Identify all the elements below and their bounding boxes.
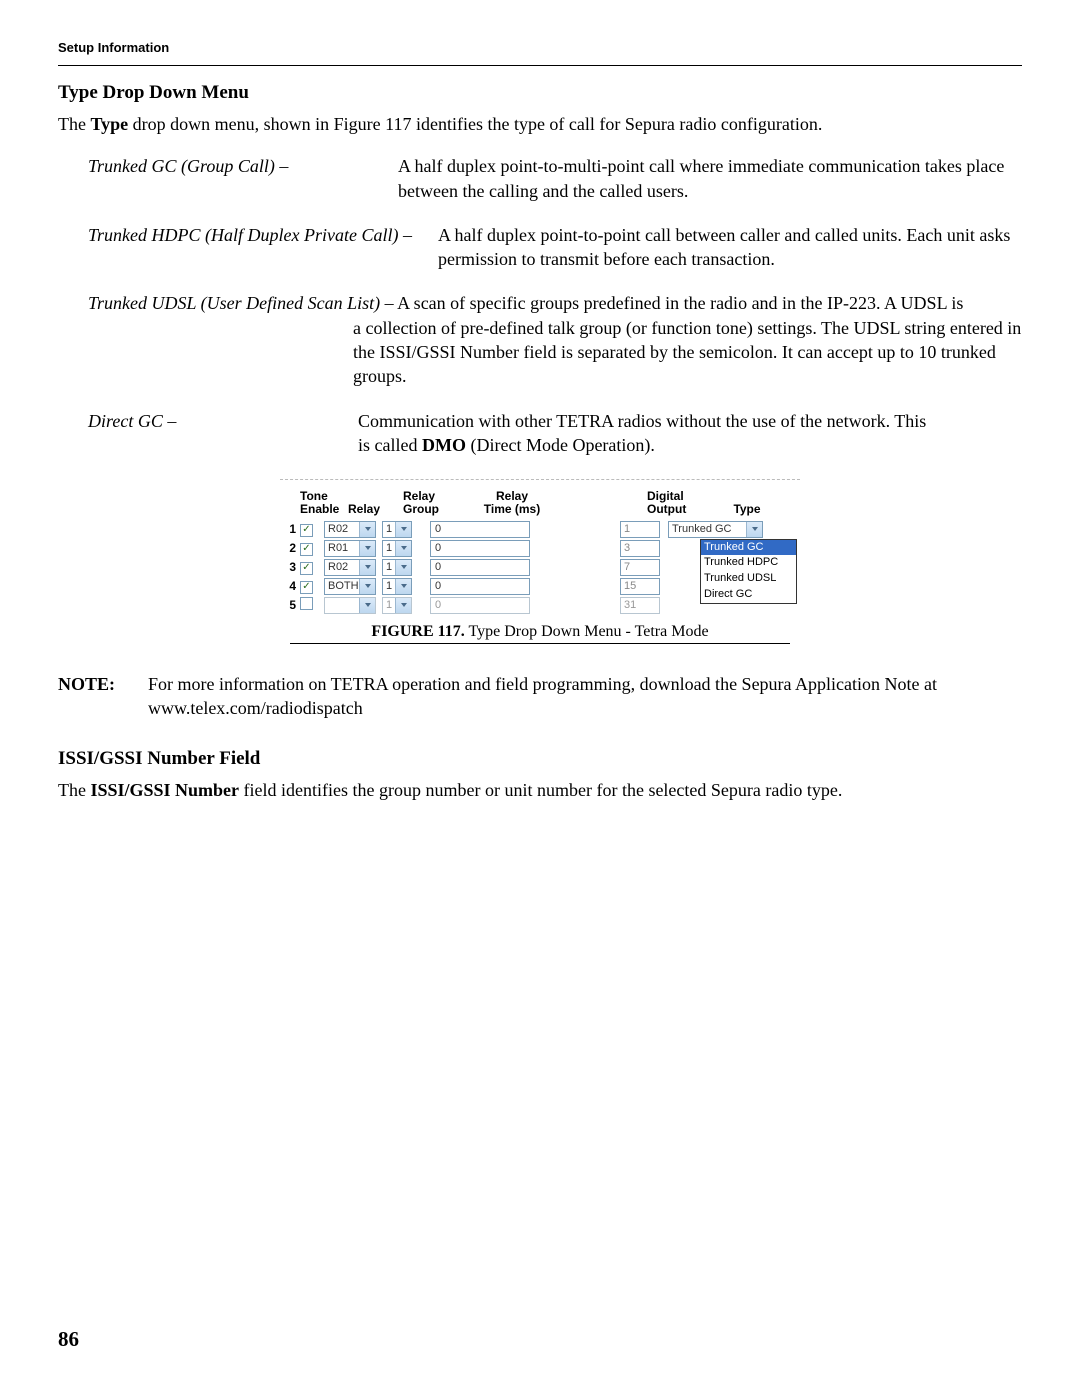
- def-desc-cont-bold: DMO: [422, 435, 466, 455]
- def-row-trunked-udsl: Trunked UDSL (User Defined Scan List) – …: [88, 291, 1022, 388]
- def-term: Trunked GC (Group Call) –: [88, 154, 398, 203]
- row-number: 3: [280, 560, 300, 574]
- row-number: 1: [280, 522, 300, 536]
- def-term: Direct GC –: [88, 409, 358, 458]
- def-row-direct-gc: Direct GC – Communication with other TET…: [88, 409, 1022, 458]
- def-term: Trunked UDSL (User Defined Scan List) –: [88, 293, 394, 313]
- def-desc-cont-post: (Direct Mode Operation).: [466, 435, 655, 455]
- relay-group-select[interactable]: 1: [382, 540, 420, 557]
- col-head-type: Type: [697, 503, 797, 516]
- def-desc: Communication with other TETRA radios wi…: [358, 409, 1022, 458]
- relay-group-select[interactable]: 1: [382, 578, 420, 595]
- figure-content: Tone Relay Relay Digital Enable Relay Gr…: [280, 479, 800, 614]
- chevron-down-icon: [359, 541, 375, 556]
- header-rule: [58, 65, 1022, 66]
- section-heading-issi-gssi: ISSI/GSSI Number Field: [58, 748, 1022, 770]
- tone-enable-checkbox[interactable]: ✓: [300, 540, 324, 556]
- def-desc-cont-pre: is called: [358, 435, 422, 455]
- relay-select[interactable]: R02: [324, 559, 382, 576]
- intro-post: drop down menu, shown in Figure 117 iden…: [128, 114, 822, 134]
- figure-117: Tone Relay Relay Digital Enable Relay Gr…: [58, 479, 1022, 614]
- def-desc-cont: a collection of pre-defined talk group (…: [353, 316, 1022, 389]
- relay-select[interactable]: R02: [324, 521, 382, 538]
- section-intro-1: The Type drop down menu, shown in Figure…: [58, 112, 1022, 136]
- note-label: NOTE:: [58, 672, 148, 721]
- digital-output-input[interactable]: 1: [620, 521, 668, 538]
- chevron-down-icon: [746, 522, 762, 537]
- running-head: Setup Information: [58, 40, 1022, 55]
- intro-pre: The: [58, 780, 90, 800]
- relay-group-select[interactable]: 1: [382, 559, 420, 576]
- def-desc-lead: Communication with other TETRA radios wi…: [358, 411, 926, 431]
- type-option[interactable]: Trunked HDPC: [701, 555, 796, 571]
- col-head-relay2: Relay: [348, 503, 403, 516]
- row-number: 2: [280, 541, 300, 555]
- chevron-down-icon: [395, 522, 411, 537]
- figure-caption: FIGURE 117. Type Drop Down Menu - Tetra …: [58, 623, 1022, 641]
- relay-select[interactable]: BOTH: [324, 578, 382, 595]
- chevron-down-icon: [359, 522, 375, 537]
- relay-time-input[interactable]: 0: [420, 578, 550, 595]
- def-row-trunked-gc: Trunked GC (Group Call) – A half duplex …: [88, 154, 1022, 203]
- relay-select[interactable]: R01: [324, 540, 382, 557]
- row-number: 4: [280, 579, 300, 593]
- def-row-trunked-hdpc: Trunked HDPC (Half Duplex Private Call) …: [88, 223, 1022, 272]
- caption-bold: FIGURE 117.: [371, 623, 464, 640]
- def-desc: A half duplex point-to-point call betwee…: [438, 223, 1022, 272]
- relay-group-select[interactable]: 1: [382, 521, 420, 538]
- intro-post: field identifies the group number or uni…: [239, 780, 842, 800]
- definitions: Trunked GC (Group Call) – A half duplex …: [58, 154, 1022, 457]
- caption-rule: [290, 643, 790, 644]
- tone-enable-checkbox[interactable]: [300, 597, 324, 613]
- col-head-output: Output: [647, 503, 697, 516]
- digital-output-input[interactable]: 15: [620, 578, 668, 595]
- chevron-down-icon: [359, 579, 375, 594]
- caption-rest: Type Drop Down Menu - Tetra Mode: [465, 623, 709, 640]
- page-number: 86: [58, 1327, 79, 1352]
- def-term: Trunked HDPC (Half Duplex Private Call) …: [88, 223, 438, 272]
- note: NOTE: For more information on TETRA oper…: [58, 672, 1022, 721]
- def-desc: A half duplex point-to-multi-point call …: [398, 154, 1022, 203]
- type-option[interactable]: Direct GC: [701, 587, 796, 603]
- chevron-down-icon: [359, 560, 375, 575]
- chevron-down-icon: [395, 560, 411, 575]
- relay-time-input[interactable]: 0: [420, 559, 550, 576]
- row-number: 5: [280, 598, 300, 612]
- tone-enable-checkbox[interactable]: ✓: [300, 578, 324, 594]
- def-desc-lead: A scan of specific groups predefined in …: [394, 293, 964, 313]
- intro-pre: The: [58, 114, 90, 134]
- tone-enable-checkbox[interactable]: ✓: [300, 559, 324, 575]
- relay-group-select[interactable]: 1: [382, 597, 420, 614]
- digital-output-input[interactable]: 3: [620, 540, 668, 557]
- chevron-down-icon: [395, 579, 411, 594]
- section-intro-2: The ISSI/GSSI Number field identifies th…: [58, 778, 1022, 802]
- type-option[interactable]: Trunked UDSL: [701, 571, 796, 587]
- digital-output-input[interactable]: 7: [620, 559, 668, 576]
- chevron-down-icon: [359, 598, 375, 613]
- tone-enable-checkbox[interactable]: ✓: [300, 521, 324, 537]
- note-text: For more information on TETRA operation …: [148, 672, 1022, 721]
- section-heading-type-dropdown: Type Drop Down Menu: [58, 82, 1022, 104]
- relay-time-input[interactable]: 0: [420, 540, 550, 557]
- figure-row: 1✓R02101Trunked GC: [280, 520, 800, 539]
- page: Setup Information Type Drop Down Menu Th…: [0, 0, 1080, 1397]
- relay-select[interactable]: [324, 597, 382, 614]
- type-select[interactable]: Trunked GC: [668, 521, 770, 538]
- col-head-relay-time-2: Time (ms): [447, 503, 577, 516]
- relay-time-input[interactable]: 0: [420, 521, 550, 538]
- relay-time-input[interactable]: 0: [420, 597, 550, 614]
- col-head-group: Group: [403, 503, 447, 516]
- col-head-enable: Enable: [300, 503, 348, 516]
- chevron-down-icon: [395, 598, 411, 613]
- digital-output-input[interactable]: 31: [620, 597, 668, 614]
- chevron-down-icon: [395, 541, 411, 556]
- type-dropdown-listbox[interactable]: Trunked GCTrunked HDPCTrunked UDSLDirect…: [700, 539, 797, 604]
- type-option[interactable]: Trunked GC: [701, 540, 796, 556]
- intro-bold: ISSI/GSSI Number: [90, 780, 239, 800]
- intro-bold: Type: [90, 114, 128, 134]
